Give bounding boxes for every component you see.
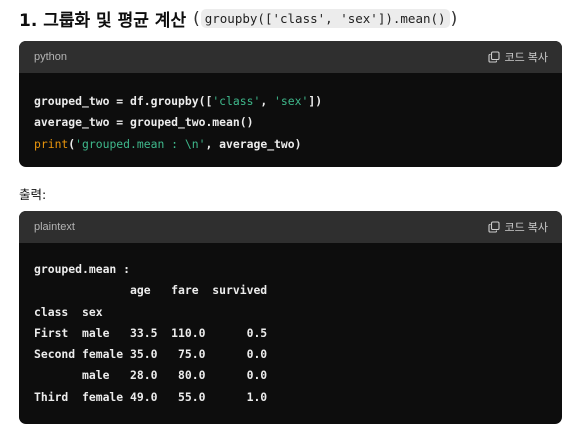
section-heading: 1. 그룹화 및 평균 계산 ( groupby(['class', 'sex'… — [19, 6, 458, 32]
code-block-header: python 코드 복사 — [19, 41, 562, 73]
output-line: First male 33.5 110.0 0.5 — [34, 325, 268, 340]
code-line: print('grouped.mean : \n', average_two) — [34, 136, 302, 151]
output-line: Third female 49.0 55.0 1.0 — [34, 389, 268, 404]
python-code-block: python 코드 복사 grouped_two = df.groupby(['… — [19, 41, 562, 167]
heading-paren-open: ( — [193, 8, 200, 29]
code-line: average_two = grouped_two.mean() — [34, 115, 254, 130]
code-line: grouped_two = df.groupby(['class', 'sex'… — [34, 94, 323, 108]
heading-paren-close: ) — [450, 8, 458, 29]
copy-code-button[interactable]: 코드 복사 — [488, 49, 548, 65]
code-language-label: python — [34, 51, 68, 63]
heading-inline-code: groupby(['class', 'sex']).mean() — [200, 9, 450, 28]
output-line: class sex — [34, 304, 103, 319]
copy-icon — [488, 221, 501, 233]
output-line: age fare survived — [34, 283, 268, 298]
output-line: grouped.mean : — [34, 262, 131, 276]
python-code-content: grouped_two = df.groupby(['class', 'sex'… — [19, 73, 562, 155]
copy-code-label: 코드 복사 — [504, 222, 548, 234]
plaintext-code-block: plaintext 코드 복사 grouped.mean : age fare … — [19, 211, 562, 424]
plaintext-code-content: grouped.mean : age fare survived class se… — [19, 243, 562, 408]
output-line: male 28.0 80.0 0.0 — [34, 368, 268, 383]
page: 1. 그룹화 및 평균 계산 ( groupby(['class', 'sex'… — [0, 0, 567, 430]
output-line: Second female 35.0 75.0 0.0 — [34, 347, 268, 362]
code-language-label: plaintext — [34, 221, 75, 233]
copy-code-label: 코드 복사 — [504, 52, 548, 64]
code-block-header: plaintext 코드 복사 — [19, 211, 562, 243]
output-label: 출력: — [19, 187, 47, 202]
copy-icon — [488, 51, 501, 63]
copy-code-button[interactable]: 코드 복사 — [488, 219, 548, 235]
heading-title: 1. 그룹화 및 평균 계산 — [19, 11, 187, 31]
